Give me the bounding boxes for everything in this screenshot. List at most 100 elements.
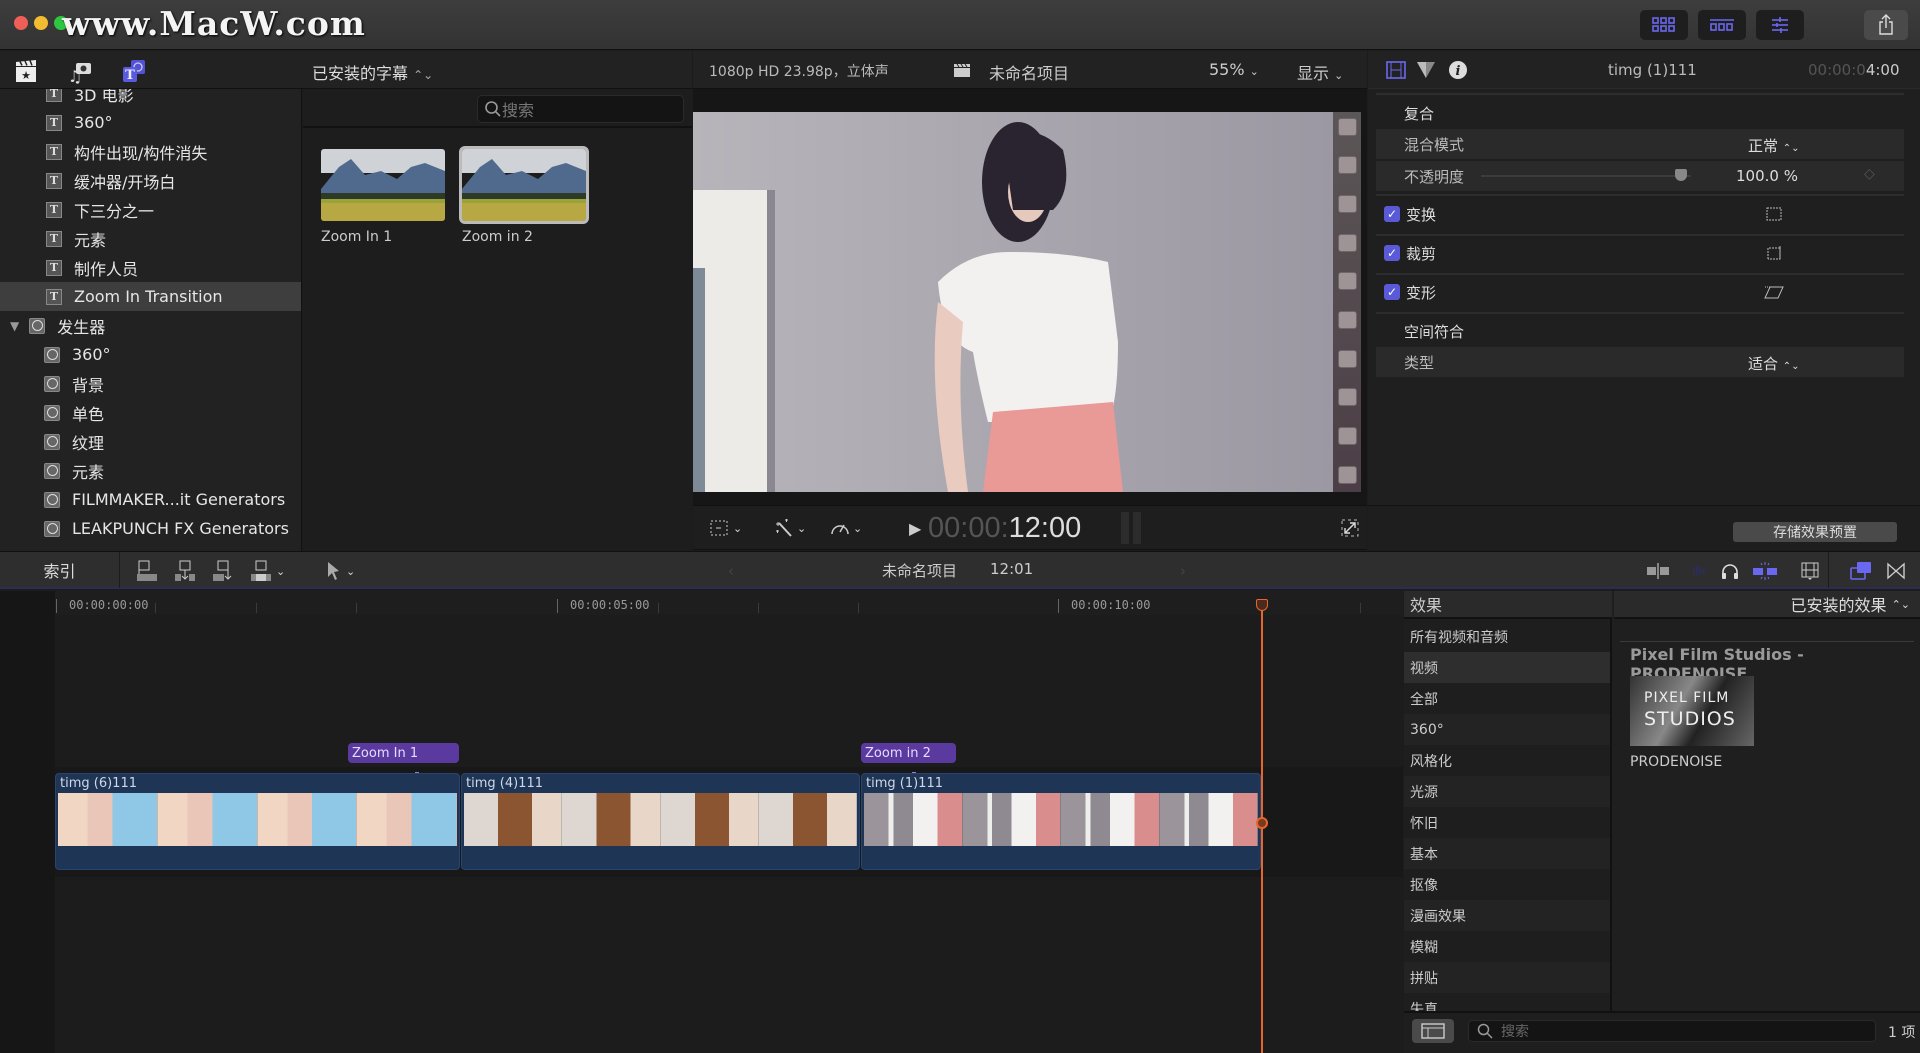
display-menu[interactable]: 显示 ⌄ [1297,60,1343,84]
sidebar-item-selected[interactable]: T Zoom In Transition [0,282,301,311]
overwrite-clip-button[interactable]: ⌄ [250,560,285,582]
effects-category-selected[interactable]: 视频 [1404,652,1610,683]
sidebar-item[interactable]: T 下三分之一 [0,195,301,224]
video-frame[interactable] [693,112,1333,492]
transition-zoom-in-1[interactable]: Zoom In 1 [348,743,459,763]
browser-title-menu[interactable]: 已安装的字幕 ⌃⌄ [312,60,433,84]
snapping-button[interactable] [1752,560,1778,582]
disclosure-triangle-icon[interactable]: ▼ [10,319,19,333]
playhead-handle[interactable] [1256,599,1268,611]
distort-onscreen-icon[interactable] [1764,284,1784,300]
effects-category[interactable]: 拼贴 [1404,962,1610,993]
audio-skimming-button[interactable] [1688,560,1710,582]
sidebar-item[interactable]: 360° [0,340,301,369]
photos-audio-button[interactable]: ♫ [66,57,94,85]
effects-search-field[interactable]: 搜索 [1468,1020,1876,1042]
effects-category[interactable]: 抠像 [1404,869,1610,900]
save-effects-preset-button[interactable]: 存储效果预置 [1733,522,1897,542]
minimize-window-button[interactable] [34,16,48,30]
browser-search-field[interactable]: 搜索 [477,95,684,123]
transform-onscreen-icon[interactable] [1766,206,1782,222]
timeline-ruler[interactable]: 00:00:00:00 00:00:05:00 00:00:10:00 [55,591,1403,615]
timeline-clip[interactable]: timg (4)111 [461,773,860,870]
share-button[interactable] [1864,10,1908,40]
transition-zoom-in-2[interactable]: Zoom in 2 [861,743,956,763]
play-button[interactable]: ▶ [909,519,921,538]
titles-generators-button[interactable]: T [120,57,148,85]
timeline-clip-selected[interactable]: timg (1)111 [861,773,1261,870]
timecode-display[interactable]: 00:00:12:00 [928,512,1081,545]
color-inspector-icon[interactable] [1416,61,1436,79]
info-icon[interactable]: i [1448,60,1468,80]
sidebar-item[interactable]: 背景 [0,369,301,398]
skimming-button[interactable] [1646,560,1670,582]
timeline-clip[interactable]: timg (6)111 [55,773,460,870]
clip-appearance-button[interactable] [1800,560,1820,582]
browser-item[interactable]: Zoom In 1 [321,149,445,245]
distort-row[interactable]: ✓ 变形 [1376,277,1904,307]
transitions-browser-button[interactable] [1886,560,1906,582]
blend-mode-popup[interactable]: 正常 ⌃⌄ [1748,135,1800,156]
libraries-button[interactable]: ★ [12,57,40,85]
sidebar-item[interactable]: T 缓冲器/开场白 [0,166,301,195]
select-tool-button[interactable]: ⌄ [326,560,355,582]
effects-category[interactable]: 模糊 [1404,931,1610,962]
back-arrow-icon[interactable]: ‹ [728,562,734,580]
fullscreen-button[interactable] [1341,519,1359,541]
crop-checkbox[interactable]: ✓ [1384,245,1400,261]
sidebar-item[interactable]: T 3D 电影 [0,89,301,108]
transform-menu[interactable]: ⌄ [709,518,742,538]
zoom-menu[interactable]: 55% ⌄ [1209,60,1259,79]
sidebar-item[interactable]: 单色 [0,398,301,427]
playhead-skimmer-knob[interactable] [1256,817,1268,829]
timeline-toggle-button[interactable] [1698,10,1746,40]
sidebar-item[interactable]: FILMMAKER...it Generators [0,485,301,514]
inspector-toggle-button[interactable] [1756,10,1804,40]
opacity-slider-knob[interactable] [1675,169,1687,181]
browser-toggle-button[interactable] [1640,10,1688,40]
compositing-header[interactable]: 复合 [1376,98,1904,128]
type-popup[interactable]: 适合 ⌃⌄ [1748,353,1800,374]
opacity-value[interactable]: 100.0 % [1736,167,1798,185]
effect-thumbnail[interactable]: PIXEL FILM STUDIOS [1630,676,1754,746]
effects-category[interactable]: 怀旧 [1404,807,1610,838]
sidebar-item[interactable]: T 制作人员 [0,253,301,282]
append-clip-button[interactable] [212,560,234,582]
sidebar-toggle-button[interactable] [1412,1019,1454,1043]
transform-row[interactable]: ✓ 变换 [1376,199,1904,229]
connect-clip-button[interactable] [136,560,158,582]
effects-category[interactable]: 光源 [1404,776,1610,807]
sidebar-item[interactable]: 元素 [0,456,301,485]
crop-row[interactable]: ✓ 裁剪 [1376,238,1904,268]
effects-category[interactable]: 基本 [1404,838,1610,869]
insert-clip-button[interactable] [174,560,196,582]
sidebar-item[interactable]: T 构件出现/构件消失 [0,137,301,166]
sidebar-item[interactable]: T 元素 [0,224,301,253]
enhance-menu[interactable]: ⌄ [773,518,806,538]
distort-checkbox[interactable]: ✓ [1384,284,1400,300]
timeline[interactable]: 00:00:00:00 00:00:05:00 00:00:10:00 Zoom… [0,591,1403,1053]
close-window-button[interactable] [14,16,28,30]
crop-onscreen-icon[interactable] [1766,245,1782,261]
effects-category[interactable]: 全部 [1404,683,1610,714]
effects-source-menu[interactable]: 已安装的效果 ⌃⌄ [1614,591,1920,619]
index-button[interactable]: 索引 [0,552,120,588]
effects-category[interactable]: 风格化 [1404,745,1610,776]
effects-category[interactable]: 所有视频和音频 [1404,621,1610,652]
sidebar-item[interactable]: LEAKPUNCH FX Generators [0,514,301,543]
browser-item-selected[interactable]: Zoom in 2 [459,146,589,245]
sidebar-group-generators[interactable]: ▼ 发生器 [0,311,301,340]
sidebar-item[interactable]: 纹理 [0,427,301,456]
sidebar-item[interactable]: T 360° [0,108,301,137]
keyframe-diamond-icon[interactable]: ◇ [1864,166,1875,182]
transform-checkbox[interactable]: ✓ [1384,206,1400,222]
spatial-conform-header[interactable]: 空间符合 [1376,316,1904,346]
solo-button[interactable] [1720,560,1740,582]
effects-category[interactable]: 漫画效果 [1404,900,1610,931]
video-inspector-icon[interactable] [1386,61,1406,79]
effects-category[interactable]: 360° [1404,714,1610,745]
opacity-slider-track[interactable] [1481,175,1691,177]
forward-arrow-icon[interactable]: › [1180,562,1186,580]
retime-menu[interactable]: ⌄ [829,518,862,538]
effects-browser-button[interactable] [1850,560,1872,582]
